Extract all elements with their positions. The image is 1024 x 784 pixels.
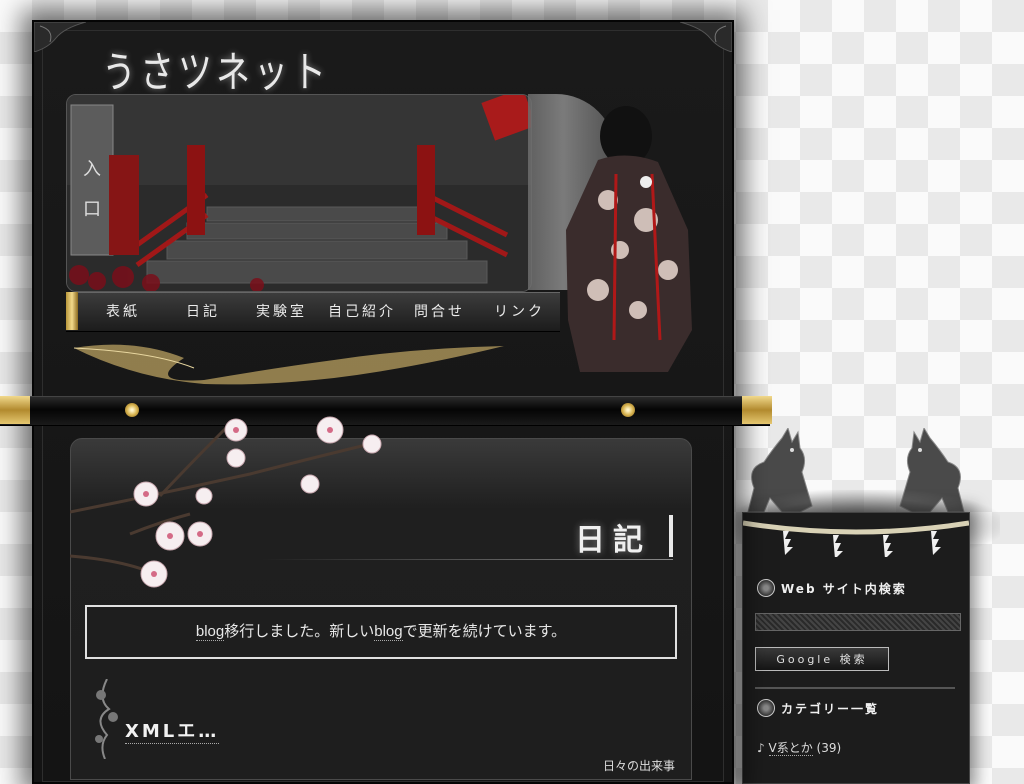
nav-item-lab[interactable]: 実験室 <box>256 293 307 331</box>
main-navigation: 表紙 日記 実験室 自己紹介 問合せ リンク <box>66 292 560 332</box>
migration-notice: blog移行しました。新しいblogで更新を続けています。 <box>85 605 677 659</box>
notice-text-1: 移行しました。新しい <box>224 623 375 640</box>
svg-text:入: 入 <box>83 159 101 180</box>
nav-item-cover[interactable]: 表紙 <box>106 293 140 331</box>
nav-item-contact[interactable]: 問合せ <box>414 293 465 331</box>
shrine-steps-illustration: 入 口 <box>67 95 531 291</box>
search-input[interactable] <box>755 613 961 631</box>
rod-cap-left <box>0 396 30 424</box>
post-title-link[interactable]: XMLエ… <box>125 717 220 744</box>
ink-flower-ornament-icon <box>95 679 118 759</box>
shimenawa-rope-icon <box>743 520 969 557</box>
post-category[interactable]: 日々の出来事 <box>603 757 675 774</box>
google-search-button[interactable]: Google 検索 <box>755 647 889 671</box>
category-heading-label: カテゴリー一覧 <box>781 701 880 716</box>
sidebar: Web サイト内検索 Google 検索 カテゴリー一覧 ♪ V系とか (39) <box>742 512 970 784</box>
gold-wave-ornament-icon <box>74 344 504 385</box>
site-logo[interactable]: うさツネット <box>102 38 330 99</box>
cherry-blossom-branch-icon <box>70 416 382 588</box>
rod-cap-right <box>742 396 772 424</box>
new-blog-link[interactable]: blog <box>374 623 403 641</box>
search-heading-label: Web サイト内検索 <box>781 581 907 596</box>
category-link[interactable]: V系とか <box>768 741 813 756</box>
sidebar-divider <box>755 687 955 689</box>
category-icon <box>757 699 775 717</box>
nav-item-diary[interactable]: 日記 <box>186 293 220 331</box>
corner-ornament-icon <box>680 22 732 52</box>
old-blog-link[interactable]: blog <box>195 623 225 641</box>
rod-stud-icon <box>621 403 635 417</box>
category-heading: カテゴリー一覧 <box>757 699 879 717</box>
svg-text:口: 口 <box>83 199 101 220</box>
nav-gold-edge <box>66 292 78 330</box>
nav-item-profile[interactable]: 自己紹介 <box>328 293 396 331</box>
section-title: 日記 <box>575 523 651 558</box>
corner-ornament-icon <box>34 22 86 52</box>
nav-item-links[interactable]: リンク <box>494 293 545 331</box>
title-accent-bar <box>669 515 673 557</box>
category-item: ♪ V系とか (39) <box>757 739 841 756</box>
search-heading: Web サイト内検索 <box>757 579 907 597</box>
category-count: (39) <box>816 741 842 755</box>
notice-text-2: で更新を続けています。 <box>402 623 567 640</box>
music-note-icon: ♪ <box>757 741 765 755</box>
search-icon <box>757 579 775 597</box>
header-banner-image: 入 口 <box>66 94 532 292</box>
